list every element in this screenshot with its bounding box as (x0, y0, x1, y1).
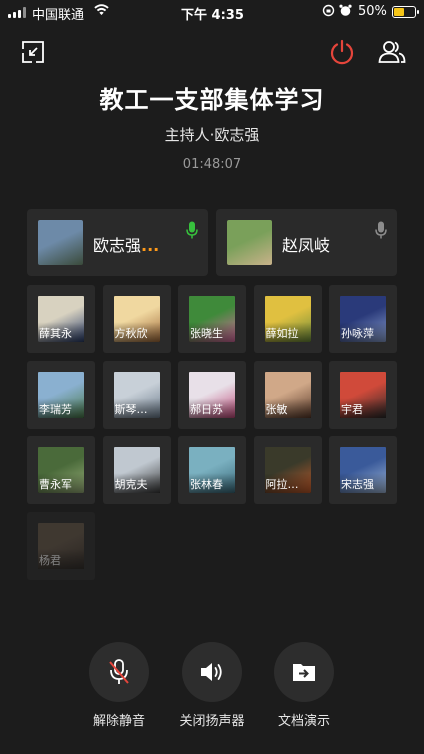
participant-name: 张林春 (189, 473, 235, 493)
participant-name: 薛如拉 (264, 322, 311, 342)
participant-name: 宋志强 (340, 473, 386, 493)
participant-name: 宇君 (340, 397, 386, 418)
speaker-off-label: 关闭扬声器 (179, 714, 245, 729)
participant-name: 李瑞芳 (38, 397, 84, 418)
speaker-off-button[interactable]: 关闭扬声器 (167, 642, 257, 729)
participant-tile[interactable]: 郝日苏 (178, 360, 246, 429)
participant-name: 薛其永 (38, 322, 84, 342)
doc-present-button[interactable]: 文档演示 (259, 642, 349, 729)
mic-active-icon (186, 221, 198, 243)
participant-tile[interactable]: 方秋欣 (102, 285, 171, 353)
speaker-card[interactable]: 赵凤岐 (216, 209, 397, 276)
participant-name: 阿拉… (264, 473, 311, 493)
participant-tile[interactable]: 张敏 (253, 360, 322, 429)
participant-tile[interactable]: 薛其永 (27, 285, 95, 353)
members-icon (378, 41, 406, 63)
participant-name: 杨君 (38, 548, 84, 569)
signal-icon (8, 7, 26, 18)
participant-tile[interactable]: 曹永军 (27, 436, 95, 504)
speaker-name: 赵凤岐 (282, 236, 331, 255)
participant-name: 孙咏萍 (340, 322, 386, 342)
participant-tile[interactable]: 斯琴… (102, 360, 171, 429)
avatar (227, 220, 272, 265)
participant-name: 张晓生 (189, 322, 235, 342)
power-icon (330, 39, 354, 65)
battery-icon (392, 6, 419, 18)
speaker-icon (201, 663, 222, 681)
participant-tile[interactable]: 张晓生 (178, 285, 246, 353)
participant-name: 斯琴… (113, 397, 160, 418)
participant-name: 张敏 (264, 397, 311, 418)
participant-tile[interactable]: 阿拉… (253, 436, 322, 504)
clock-time: 下午 4:35 (181, 8, 244, 23)
rotation-lock-icon (322, 4, 335, 17)
folder-share-icon (293, 664, 315, 681)
members-button[interactable] (378, 38, 406, 66)
mic-muted-icon (375, 221, 387, 243)
status-icons (322, 4, 352, 17)
carrier-label: 中国联通 (32, 8, 85, 23)
hangup-button[interactable] (328, 38, 356, 66)
meeting-title: 教工一支部集体学习 (99, 86, 325, 114)
participant-tile[interactable]: 李瑞芳 (27, 360, 95, 429)
participant-name: 郝日苏 (189, 397, 235, 418)
participant-tile[interactable]: 张林春 (178, 436, 246, 504)
unmute-label: 解除静音 (92, 714, 145, 729)
status-bar: 中国联通 下午 4:35 50% (0, 0, 424, 24)
minimize-button[interactable] (19, 38, 47, 66)
speaker-name: 欧志强... (93, 236, 160, 255)
participant-tile[interactable]: 薛如拉 (253, 285, 322, 353)
participant-tile[interactable]: 宇君 (329, 360, 397, 429)
alarm-icon (339, 4, 352, 16)
meeting-host: 主持人·欧志强 (164, 126, 260, 144)
participant-tile[interactable]: 孙咏萍 (329, 285, 397, 353)
battery-percent: 50% (358, 4, 387, 19)
mic-off-icon (109, 659, 129, 684)
doc-present-label: 文档演示 (277, 714, 330, 729)
participant-name: 曹永军 (38, 473, 84, 493)
participant-tile[interactable]: 杨君 (27, 511, 95, 580)
wifi-icon (94, 4, 109, 20)
participant-name: 方秋欣 (113, 322, 160, 342)
meeting-timer: 01:48:07 (182, 157, 242, 172)
avatar (38, 220, 83, 265)
participant-name: 胡克夫 (113, 473, 160, 493)
unmute-button[interactable]: 解除静音 (74, 642, 164, 729)
minimize-icon (22, 41, 44, 63)
participant-tile[interactable]: 胡克夫 (102, 436, 171, 504)
participant-tile[interactable]: 宋志强 (329, 436, 397, 504)
speaking-indicator: ... (141, 236, 160, 255)
speaker-card[interactable]: 欧志强... (27, 209, 208, 276)
